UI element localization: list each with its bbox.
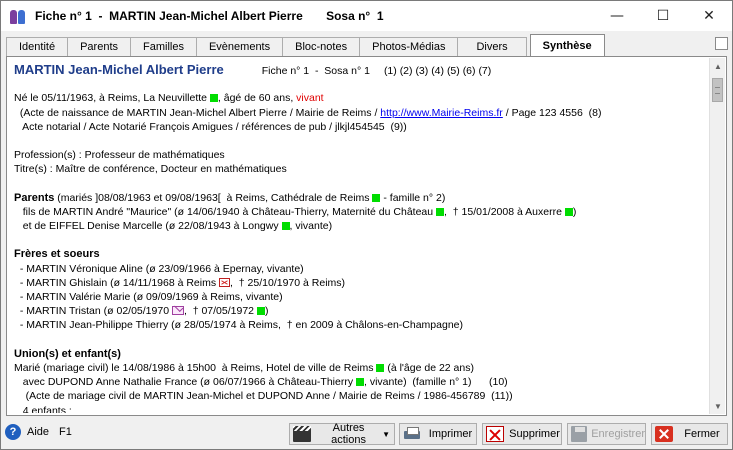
mother-line: et de EIFFEL Denise Marcelle (ø 22/08/19…	[14, 220, 333, 233]
fermer-button[interactable]: Fermer	[651, 423, 728, 445]
birth-act-line: (Acte de naissance de MARTIN Jean-Michel…	[14, 106, 602, 119]
bottom-toolbar: ? Aide F1 Autres actions ▼ Imprimer Supp…	[1, 420, 732, 448]
save-icon	[571, 426, 588, 442]
dropdown-arrow-icon: ▼	[382, 429, 390, 439]
window-controls: — ☐ ✕	[594, 1, 732, 31]
spouse-line: avec DUPOND Anne Nathalie France (ø 06/0…	[14, 376, 508, 389]
maximize-button[interactable]: ☐	[640, 1, 686, 31]
mairie-link[interactable]: http://www.Mairie-Reims.fr	[380, 107, 503, 119]
fiche-info: Fiche n° 1 - Sosa n° 1	[261, 65, 370, 77]
close-icon	[655, 426, 673, 442]
printer-icon	[403, 426, 421, 442]
sibling-item[interactable]: - MARTIN Jean-Philippe Thierry (ø 28/05/…	[14, 318, 709, 332]
scroll-thumb[interactable]	[712, 78, 723, 102]
parents-line: Parents (mariés ]08/08/1963 et 09/08/196…	[14, 191, 446, 204]
children-line: 4 enfants :	[14, 404, 72, 414]
source-ok-icon[interactable]	[436, 207, 445, 216]
source-missing-icon[interactable]	[219, 277, 231, 287]
parents-heading: Parents	[14, 191, 55, 204]
tab-bloc-notes[interactable]: Bloc-notes	[282, 37, 361, 56]
tab-parents[interactable]: Parents	[67, 37, 132, 56]
enregistrer-button[interactable]: Enregistrer	[567, 423, 646, 445]
father-line: fils de MARTIN André "Maurice" (ø 14/06/…	[14, 205, 577, 218]
profession-line: Profession(s) : Professeur de mathématiq…	[14, 149, 225, 162]
person-header: MARTIN Jean-Michel Albert Pierre Fiche n°…	[14, 62, 709, 77]
person-name: MARTIN Jean-Michel Albert Pierre	[14, 62, 224, 77]
help-icon: ?	[5, 424, 21, 440]
synthese-panel: MARTIN Jean-Michel Albert Pierre Fiche n°…	[6, 56, 727, 416]
minimize-button[interactable]: —	[594, 1, 640, 31]
sibling-item[interactable]: - MARTIN Ghislain (ø 14/11/1968 à Reims …	[14, 276, 709, 290]
fiche-refs[interactable]: (1) (2) (3) (4) (5) (6) (7)	[384, 65, 491, 77]
siblings-heading: Frères et soeurs	[14, 248, 100, 261]
synthese-text: MARTIN Jean-Michel Albert Pierre Fiche n°…	[9, 59, 709, 413]
birth-line: Né le 05/11/1963, à Reims, La Neuvillett…	[14, 92, 324, 105]
sibling-item[interactable]: - MARTIN Tristan (ø 02/05/1970 , † 07/05…	[14, 304, 709, 318]
vertical-scrollbar[interactable]: ▲ ▼	[709, 58, 725, 414]
source-ok-icon[interactable]	[356, 378, 364, 387]
help-key: F1	[59, 426, 72, 438]
union-line: Marié (mariage civil) le 14/08/1986 à 15…	[14, 361, 474, 374]
scroll-down-arrow-icon[interactable]: ▼	[710, 398, 726, 414]
scroll-up-arrow-icon[interactable]: ▲	[710, 58, 726, 74]
titres-line: Titre(s) : Maître de conférence, Docteur…	[14, 163, 287, 176]
supprimer-button[interactable]: Supprimer	[482, 423, 562, 445]
window-title: Fiche n° 1 - MARTIN Jean-Michel Albert P…	[35, 9, 384, 23]
tab-synthese[interactable]: Synthèse	[529, 34, 605, 56]
title-bar: Fiche n° 1 - MARTIN Jean-Michel Albert P…	[1, 1, 732, 31]
help-label: Aide	[27, 426, 50, 438]
imprimer-button[interactable]: Imprimer	[399, 423, 477, 445]
source-ok-icon[interactable]	[209, 94, 218, 103]
tab-evenements[interactable]: Evènements	[195, 37, 284, 56]
source-ok-icon[interactable]	[281, 222, 290, 231]
source-mail-icon[interactable]	[171, 306, 184, 316]
notarial-line: Acte notarial / Acte Notarié François Am…	[14, 120, 407, 133]
source-ok-icon[interactable]	[564, 207, 573, 216]
tab-familles[interactable]: Familles	[130, 37, 197, 56]
tab-photos-medias[interactable]: Photos-Médias	[359, 37, 459, 56]
tab-identite[interactable]: Identité	[6, 37, 69, 56]
tab-checkbox[interactable]	[715, 37, 728, 50]
sibling-item[interactable]: - MARTIN Valérie Marie (ø 09/09/1969 à R…	[14, 290, 709, 304]
vivant-label: vivant	[296, 92, 324, 105]
help-button[interactable]: ? Aide F1	[5, 424, 72, 440]
autres-actions-button[interactable]: Autres actions ▼	[289, 422, 395, 446]
source-ok-icon[interactable]	[256, 307, 265, 316]
unions-heading: Union(s) et enfant(s)	[14, 347, 121, 360]
app-icon	[9, 7, 27, 25]
sibling-item[interactable]: - MARTIN Véronique Aline (ø 23/09/1966 à…	[14, 262, 709, 276]
fiche-window: Fiche n° 1 - MARTIN Jean-Michel Albert P…	[0, 0, 733, 450]
marriage-act-line: (Acte de mariage civil de MARTIN Jean-Mi…	[14, 390, 513, 403]
close-button[interactable]: ✕	[686, 1, 732, 31]
clapperboard-icon	[293, 426, 311, 442]
tab-divers[interactable]: Divers	[457, 37, 527, 56]
tab-strip: Identité Parents Familles Evènements Blo…	[6, 34, 605, 56]
delete-icon	[486, 426, 504, 442]
